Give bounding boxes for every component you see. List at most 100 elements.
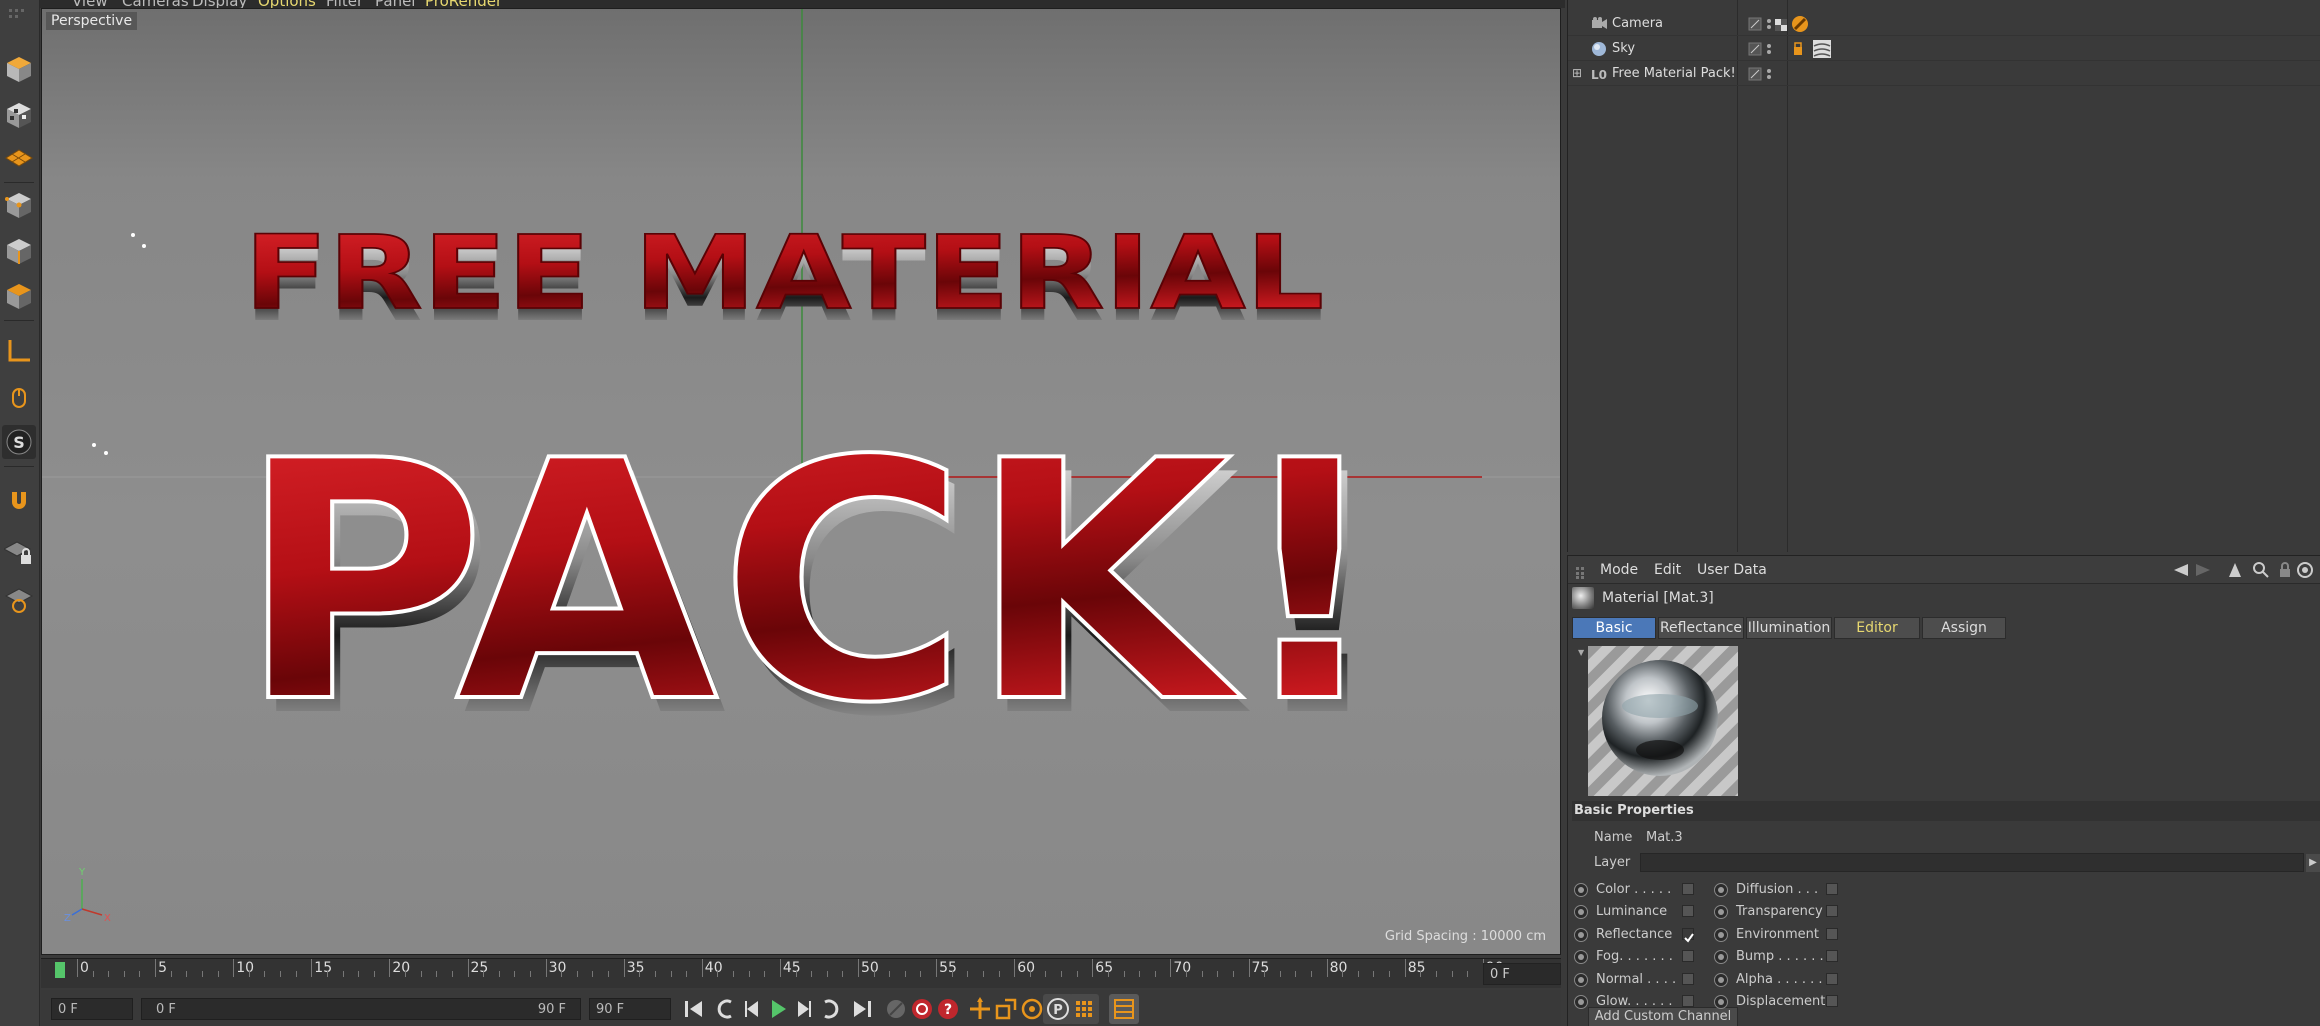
menu-mode[interactable]: Mode [1600,562,1638,578]
channel-radio[interactable] [1714,995,1728,1009]
points-mode-icon[interactable] [2,188,36,222]
channel-left-0[interactable]: Color . . . . . [1574,880,1698,900]
menu-view[interactable]: View [72,0,108,8]
model-mode-icon[interactable] [2,52,36,86]
object-row-camera[interactable]: Camera [1568,12,2320,36]
channel-right-2[interactable]: Environment [1714,925,1842,945]
channel-left-1[interactable]: Luminance [1574,902,1698,922]
expand-icon[interactable]: ⊞ [1572,67,1584,79]
magnet-icon[interactable] [2,482,36,516]
texture-mode-icon[interactable] [2,98,36,132]
timeline-window-icon[interactable] [1109,994,1139,1024]
tab-illumination[interactable]: Illumination [1746,617,1832,639]
channel-checkbox-checked[interactable] [1682,927,1694,943]
checker-tag-icon[interactable] [1774,17,1788,31]
channel-left-2[interactable]: Reflectance [1574,925,1698,945]
channel-radio[interactable] [1574,995,1588,1009]
channel-radio[interactable] [1574,950,1588,965]
go-to-start-icon[interactable] [679,994,709,1024]
menu-user-data[interactable]: User Data [1697,562,1767,578]
object-row-sky[interactable]: Sky [1568,37,2320,61]
lock-icon[interactable] [2276,561,2294,579]
layer-picker-arrow-icon[interactable]: ▶ [2306,854,2320,872]
menu-filter[interactable]: Filter [326,0,363,8]
axis-mode-icon[interactable] [2,334,36,368]
grip-icon[interactable] [1576,564,1590,579]
menu-edit[interactable]: Edit [1654,562,1681,578]
channel-checkbox[interactable] [1682,905,1694,918]
material-preview[interactable] [1588,646,1738,796]
channel-radio[interactable] [1714,927,1728,942]
channel-left-3[interactable]: Fog. . . . . . . [1574,947,1698,967]
channel-checkbox[interactable] [1682,883,1694,895]
channel-checkbox[interactable] [1682,995,1694,1007]
channel-radio[interactable] [1574,883,1588,897]
go-to-end-icon[interactable] [847,994,877,1024]
key-point-level-icon[interactable] [1069,994,1099,1024]
channel-right-0[interactable]: Diffusion . . . [1714,880,1842,900]
channel-checkbox[interactable] [1826,927,1838,940]
tab-reflectance[interactable]: Reflectance [1658,617,1744,639]
polygons-mode-icon[interactable] [2,279,36,313]
enable-toggle-icon[interactable] [1765,41,1779,55]
channel-right-5[interactable]: Displacement [1714,992,1842,1012]
next-keyframe-icon[interactable] [815,994,845,1024]
up-arrow-icon[interactable] [2226,561,2244,579]
workplane-mode-icon[interactable] [2,143,36,177]
preview-range-slider[interactable]: 0 F 90 F [141,998,581,1020]
channel-right-4[interactable]: Alpha . . . . . . [1714,970,1842,990]
menu-prorender[interactable]: ProRender [425,0,502,8]
menu-panel[interactable]: Panel [375,0,415,8]
channel-checkbox[interactable] [1826,995,1838,1007]
autokeying-icon[interactable]: ? [933,994,963,1024]
grip-icon[interactable] [2,2,36,36]
channel-right-1[interactable]: Transparency [1714,902,1842,922]
enable-toggle-icon[interactable] [1765,66,1779,80]
channel-checkbox[interactable] [1826,950,1838,963]
channel-left-4[interactable]: Normal . . . . [1574,970,1698,990]
back-arrow-icon[interactable] [2172,561,2190,579]
planar-workplane-icon[interactable] [2,584,36,618]
channel-checkbox[interactable] [1826,972,1838,985]
channel-left-5[interactable]: Glow. . . . . . [1574,992,1698,1012]
name-field[interactable]: Mat.3 [1640,828,2315,847]
tab-assign[interactable]: Assign [1922,617,2006,639]
target-icon[interactable] [2296,561,2314,579]
channel-radio[interactable] [1714,972,1728,987]
protection-tag-icon[interactable] [1790,14,1810,34]
menu-cameras[interactable]: Cameras [122,0,189,8]
material-tag-icon[interactable] [1812,39,1832,59]
channel-radio[interactable] [1574,972,1588,987]
tab-basic[interactable]: Basic [1572,617,1656,639]
snapping-icon[interactable]: S [2,425,36,459]
visibility-toggle-icon[interactable] [1748,16,1762,31]
timeline-ruler[interactable]: 051015202530354045505560657075808590 0 F [41,958,1561,988]
channel-checkbox[interactable] [1682,950,1694,963]
channel-checkbox[interactable] [1682,972,1694,985]
compositing-tag-icon[interactable] [1790,39,1810,59]
tab-editor[interactable]: Editor [1834,617,1920,639]
collapse-triangle-icon[interactable]: ▼ [1578,648,1584,657]
object-row-free-material-pack[interactable]: ⊞ L0 Free Material Pack! [1568,62,2320,86]
channel-radio[interactable] [1714,950,1728,965]
layer-field[interactable] [1640,853,2304,872]
end-frame-field[interactable]: 90 F [589,998,671,1020]
playhead[interactable] [55,962,65,978]
channel-checkbox[interactable] [1826,883,1838,895]
edges-mode-icon[interactable] [2,234,36,268]
channel-radio[interactable] [1574,905,1588,920]
locked-workplane-icon[interactable] [2,536,36,570]
current-frame-field[interactable]: 0 F [1483,963,1561,985]
menu-options[interactable]: Options [258,0,316,8]
channel-radio[interactable] [1574,927,1588,942]
channel-checkbox[interactable] [1826,905,1838,918]
menu-display[interactable]: Display [192,0,247,8]
perspective-viewport[interactable]: FREE MATERIAL FREE MATERIAL PACK! PACK! … [41,8,1561,955]
channel-right-3[interactable]: Bump . . . . . . [1714,947,1842,967]
forward-arrow-icon[interactable] [2194,561,2212,579]
search-icon[interactable] [2252,561,2270,579]
channel-radio[interactable] [1714,905,1728,920]
visibility-toggle-icon[interactable] [1748,41,1762,56]
viewport-label[interactable]: Perspective [46,12,138,30]
channel-radio[interactable] [1714,883,1728,897]
